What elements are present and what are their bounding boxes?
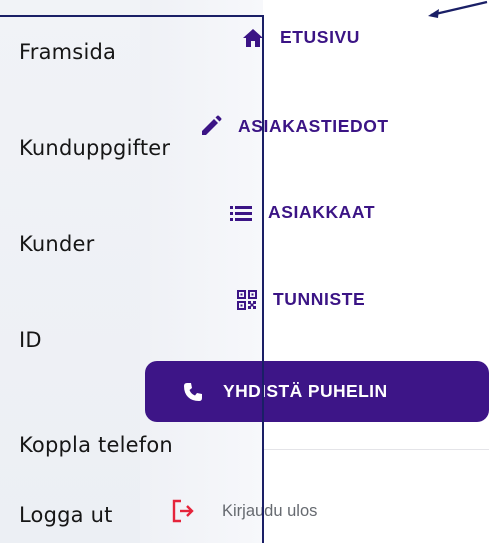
annotation-arrow-icon <box>428 0 488 18</box>
nav-item-customers-label: ASIAKKAAT <box>268 202 376 222</box>
nav-item-home[interactable]: ETUSIVU <box>242 27 360 48</box>
label-kunduppgifter: Kunduppgifter <box>19 136 171 160</box>
logout-icon <box>172 499 194 523</box>
label-koppla-telefon: Koppla telefon <box>19 433 173 457</box>
nav-item-tag[interactable]: TUNNISTE <box>237 289 365 310</box>
label-framsida: Framsida <box>19 40 117 64</box>
connect-phone-button[interactable]: YHDISTÄ PUHELIN <box>145 361 489 422</box>
nav-item-home-label: ETUSIVU <box>280 27 361 47</box>
home-icon <box>243 28 263 47</box>
nav-item-customer-details[interactable]: ASIAKASTIEDOT <box>200 115 389 137</box>
nav-item-customers[interactable]: ASIAKKAAT <box>230 202 375 223</box>
connect-phone-label: YHDISTÄ PUHELIN <box>223 381 388 401</box>
phone-icon <box>184 382 202 401</box>
label-logga-ut: Logga ut <box>19 503 113 527</box>
label-id: ID <box>19 328 42 352</box>
list-icon <box>230 205 252 221</box>
divider <box>263 449 489 450</box>
nav-item-tag-label: TUNNISTE <box>273 289 366 309</box>
label-kunder: Kunder <box>19 232 95 256</box>
pencil-icon <box>202 115 222 135</box>
logout-button[interactable]: Kirjaudu ulos <box>172 499 317 523</box>
logout-label: Kirjaudu ulos <box>222 501 318 520</box>
nav-item-customer-details-label: ASIAKASTIEDOT <box>238 115 389 136</box>
qr-code-icon <box>237 289 257 310</box>
translation-panel <box>0 0 263 543</box>
